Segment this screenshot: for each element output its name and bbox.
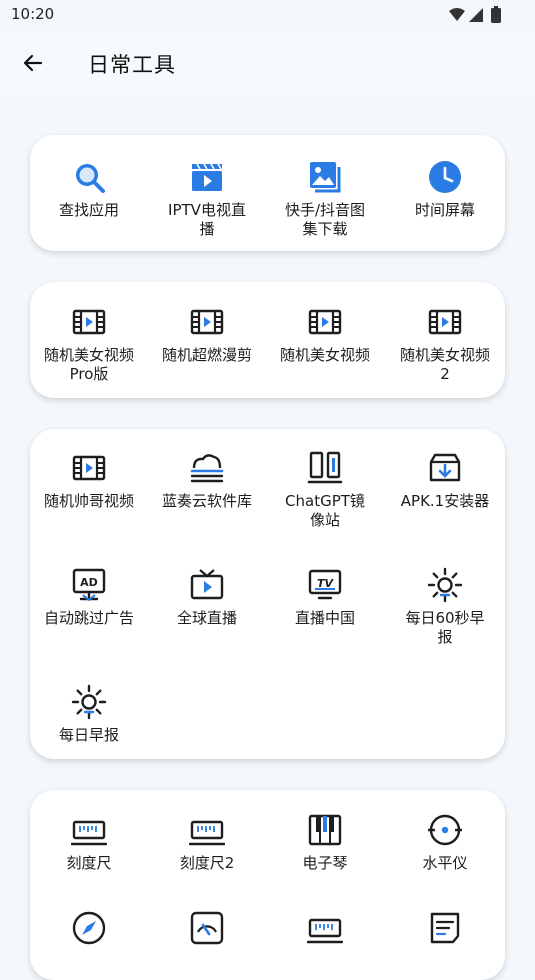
tool-label: 时间屏幕: [414, 201, 475, 219]
status-bar: 10:20: [0, 0, 535, 30]
tool-label: 随机美女视频: [279, 346, 370, 364]
tool-random-guy-video[interactable]: 随机帅哥视频: [30, 450, 148, 511]
tool-ruler-2[interactable]: 刻度尺2: [148, 812, 266, 873]
tool-label: 随机超燃漫剪: [161, 346, 252, 364]
tool-apk-installer[interactable]: APK.1安装器: [386, 450, 504, 511]
tool-label: 电子琴: [302, 854, 348, 872]
tool-level[interactable]: 水平仪: [386, 812, 504, 873]
tool-label: 直播中国: [294, 609, 355, 627]
tool-ruler-3[interactable]: [266, 910, 384, 946]
film-icon: [308, 309, 342, 335]
mirror-icon: [307, 451, 343, 484]
status-icons: [449, 6, 501, 23]
ruler-icon: [189, 820, 225, 846]
gauge-icon: [190, 911, 224, 945]
tool-label: APK.1安装器: [400, 492, 490, 510]
back-button[interactable]: [14, 44, 52, 82]
tool-piano[interactable]: 电子琴: [266, 812, 384, 873]
ruler-icon: [307, 918, 343, 944]
tool-live-china[interactable]: TV 直播中国: [266, 567, 384, 628]
tool-card-1: 查找应用 IPTV电视直播 快手/抖音图集下载 时间屏幕: [30, 135, 505, 251]
tv-monitor-icon: TV: [308, 569, 342, 600]
tool-search-app[interactable]: 查找应用: [30, 159, 148, 220]
arrow-left-icon: [23, 54, 43, 72]
tool-label: 水平仪: [422, 854, 468, 872]
film-icon: [428, 309, 462, 335]
app-bar: 日常工具: [0, 30, 535, 96]
tv-play-icon: [190, 569, 224, 600]
tool-label: 自动跳过广告: [43, 609, 134, 627]
wifi-icon: [449, 8, 465, 21]
tool-random-video-2[interactable]: 随机美女视频2: [386, 304, 504, 384]
svg-text:AD: AD: [80, 576, 98, 589]
tool-gallery-download[interactable]: 快手/抖音图集下载: [266, 159, 384, 239]
signal-icon: [469, 8, 483, 22]
tool-label: 随机帅哥视频: [43, 492, 134, 510]
piano-icon: [308, 814, 342, 846]
tool-label: 随机美女视频2: [399, 346, 490, 383]
tool-lanzou-library[interactable]: 蓝奏云软件库: [148, 450, 266, 511]
clock-icon: [429, 161, 461, 193]
tool-label: 蓝奏云软件库: [161, 492, 252, 510]
package-install-icon: [429, 453, 461, 482]
sun-icon: [71, 684, 107, 720]
tool-label: 查找应用: [58, 201, 119, 219]
tool-label: 每日60秒早报: [405, 609, 485, 646]
tool-random-anime-cut[interactable]: 随机超燃漫剪: [148, 304, 266, 365]
tool-label: IPTV电视直播: [168, 201, 246, 238]
tool-notes[interactable]: [386, 910, 504, 946]
film-icon: [72, 309, 106, 335]
clapperboard-icon: [192, 163, 222, 191]
compass-icon: [72, 911, 106, 945]
film-icon: [72, 455, 106, 481]
tool-label: ChatGPT镜像站: [285, 492, 365, 529]
tool-label: 刻度尺2: [179, 854, 235, 872]
tool-time-screen[interactable]: 时间屏幕: [386, 159, 504, 220]
tool-daily-news[interactable]: 每日早报: [30, 684, 148, 745]
level-icon: [428, 814, 462, 846]
ad-skip-icon: AD: [72, 568, 106, 602]
tool-skip-ads[interactable]: AD 自动跳过广告: [30, 567, 148, 628]
ruler-icon: [71, 820, 107, 846]
battery-icon: [491, 8, 501, 23]
tool-label: 随机美女视频Pro版: [43, 346, 134, 383]
tool-global-live[interactable]: 全球直播: [148, 567, 266, 628]
tool-compass[interactable]: [30, 910, 148, 946]
film-icon: [190, 309, 224, 335]
tool-gauge[interactable]: [148, 910, 266, 946]
tool-ruler[interactable]: 刻度尺: [30, 812, 148, 873]
tool-label: 全球直播: [176, 609, 237, 627]
tool-label: 每日早报: [58, 726, 119, 744]
search-icon: [76, 164, 105, 193]
tool-card-4: 刻度尺 刻度尺2 电子琴 水平仪: [30, 790, 505, 980]
tool-daily-60s-news[interactable]: 每日60秒早报: [386, 567, 504, 647]
tool-iptv[interactable]: IPTV电视直播: [148, 159, 266, 239]
cloud-icon: [190, 454, 224, 483]
tool-random-video-pro[interactable]: 随机美女视频Pro版: [30, 304, 148, 384]
tool-card-2: 随机美女视频Pro版 随机超燃漫剪 随机美女视频 随机美女视频2: [30, 282, 505, 398]
note-icon: [430, 912, 460, 944]
tool-card-3: 随机帅哥视频 蓝奏云软件库 ChatGPT镜像站 APK.1安装器 AD 自动跳…: [30, 429, 505, 759]
sun-icon: [427, 567, 463, 603]
tool-random-video[interactable]: 随机美女视频: [266, 304, 384, 365]
tool-label: 快手/抖音图集下载: [284, 201, 366, 238]
image-gallery-icon: [310, 162, 341, 193]
tool-chatgpt-mirror[interactable]: ChatGPT镜像站: [266, 450, 384, 530]
status-time: 10:20: [11, 5, 55, 23]
page-title: 日常工具: [88, 53, 176, 77]
tool-label: 刻度尺: [66, 854, 112, 872]
